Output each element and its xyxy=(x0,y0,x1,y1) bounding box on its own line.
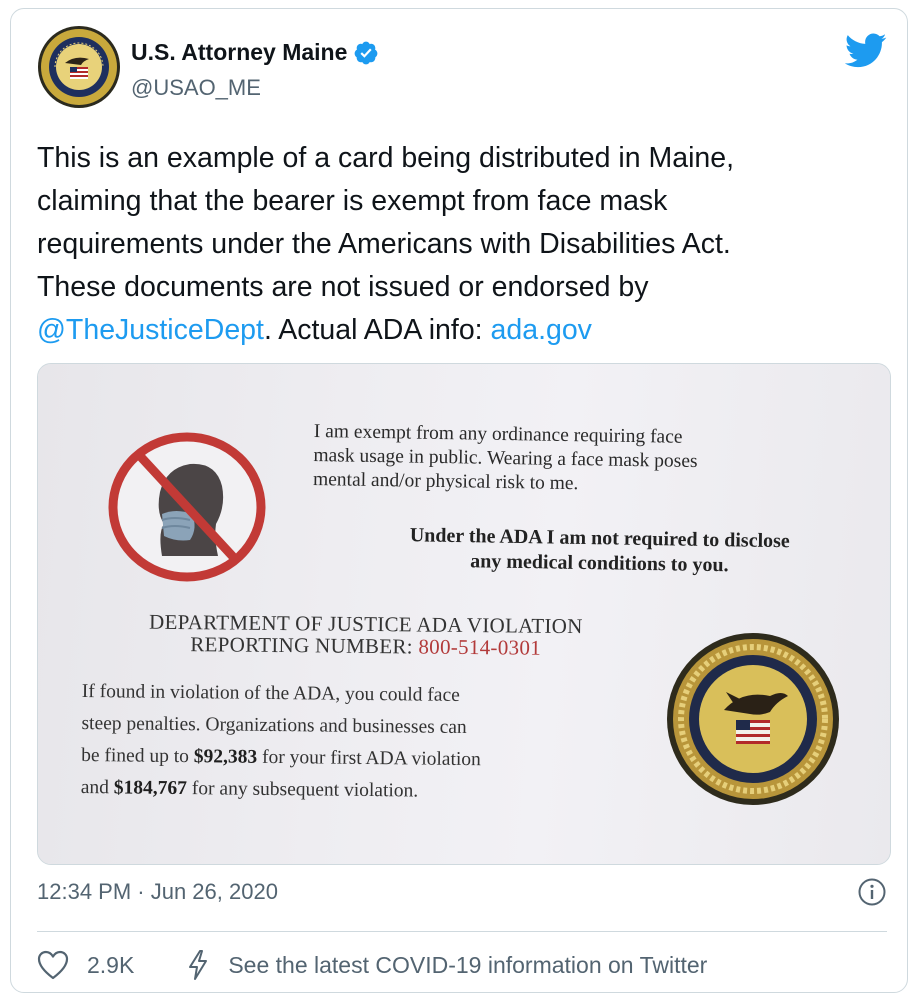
divider xyxy=(37,931,887,932)
card-fine-amount: $92,383 xyxy=(193,746,258,768)
like-button[interactable]: 2.9K xyxy=(37,950,134,980)
card-ada-statement: Under the ADA I am not required to discl… xyxy=(329,522,870,580)
no-mask-prohibition-icon xyxy=(104,428,270,586)
doj-seal-icon xyxy=(38,26,120,108)
bolt-icon xyxy=(186,949,210,981)
twitter-bird-icon[interactable] xyxy=(845,33,887,69)
card-text-fragment: for your first ADA violation xyxy=(257,746,481,771)
tweet-text: This is an example of a card being distr… xyxy=(37,137,887,352)
card-phone-number: 800-514-0301 xyxy=(418,634,542,660)
card-text-line: and $184,767 for any subsequent violatio… xyxy=(81,772,641,810)
tweet-timestamp[interactable]: 12:34 PM · Jun 26, 2020 xyxy=(37,879,278,905)
card-penalty-statement: If found in violation of the ADA, you co… xyxy=(81,676,642,810)
card-fine-amount: $184,767 xyxy=(113,777,188,800)
covid-info-label: See the latest COVID-19 information on T… xyxy=(228,951,708,978)
card-text-fragment: be fined up to xyxy=(81,744,194,768)
tweet-text-line: requirements under the Americans with Di… xyxy=(37,228,731,260)
tweet-photo[interactable]: I am exempt from any ordinance requiring… xyxy=(37,363,891,865)
covid-info-link[interactable]: See the latest COVID-19 information on T… xyxy=(186,949,707,981)
tweet-text-line: claiming that the bearer is exempt from … xyxy=(37,185,668,217)
mention-link[interactable]: @TheJusticeDept xyxy=(37,314,264,346)
doj-seal-icon xyxy=(666,632,840,806)
heart-icon xyxy=(37,950,69,980)
tweet-text-line: These documents are not issued or endors… xyxy=(37,271,649,303)
card-doj-heading: DEPARTMENT OF JUSTICE ADA VIOLATION REPO… xyxy=(86,610,646,660)
tweet-card[interactable]: U.S. Attorney Maine @USAO_ME This is an … xyxy=(10,8,908,993)
tweet-actions: 2.9K See the latest COVID-19 information… xyxy=(37,949,707,981)
info-icon[interactable] xyxy=(857,877,887,907)
card-text-fragment: and xyxy=(80,776,114,799)
card-text-fragment: for any subsequent violation. xyxy=(186,778,419,802)
url-link[interactable]: ada.gov xyxy=(491,314,592,346)
tweet-text-fragment: . Actual ADA info: xyxy=(263,314,491,346)
author-handle[interactable]: @USAO_ME xyxy=(131,75,261,101)
card-exempt-statement: I am exempt from any ordinance requiring… xyxy=(313,420,874,501)
like-count: 2.9K xyxy=(87,951,135,978)
verified-badge-icon xyxy=(353,40,379,66)
author-display-name[interactable]: U.S. Attorney Maine xyxy=(131,39,347,66)
tweet-text-line: This is an example of a card being distr… xyxy=(37,142,735,174)
tweet-text-line: @TheJusticeDept. Actual ADA info: ada.go… xyxy=(37,309,887,352)
author-avatar[interactable] xyxy=(37,25,121,109)
card-text-fragment: REPORTING NUMBER: xyxy=(190,632,419,659)
